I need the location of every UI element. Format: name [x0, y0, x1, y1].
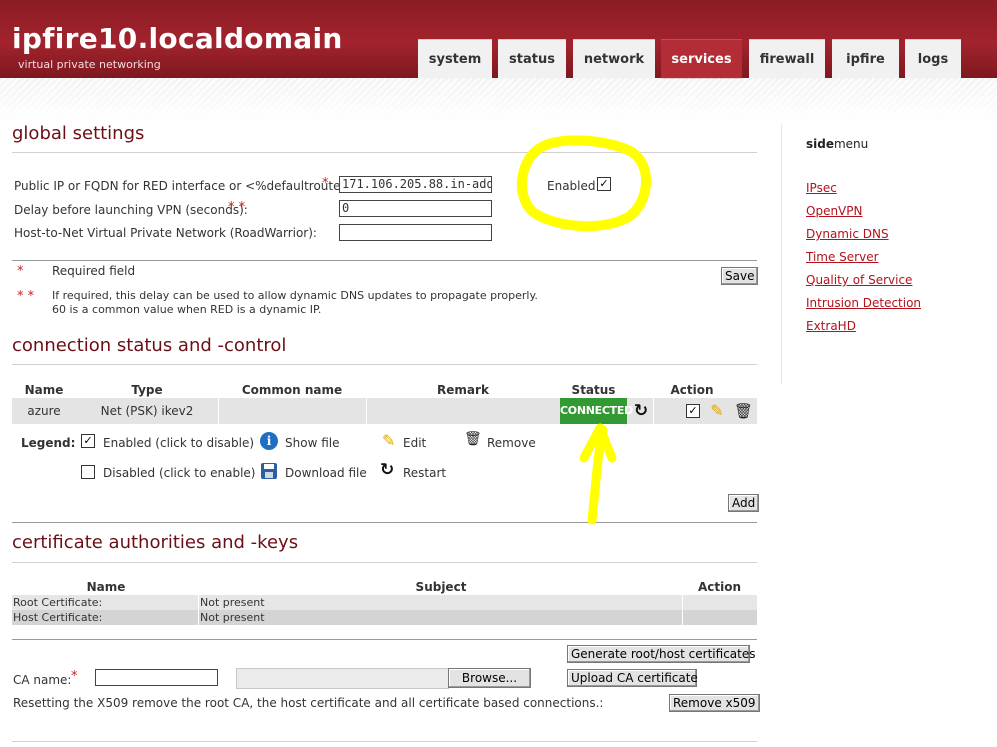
highlight-annotations — [516, 135, 651, 525]
highlight-circle — [516, 135, 651, 232]
